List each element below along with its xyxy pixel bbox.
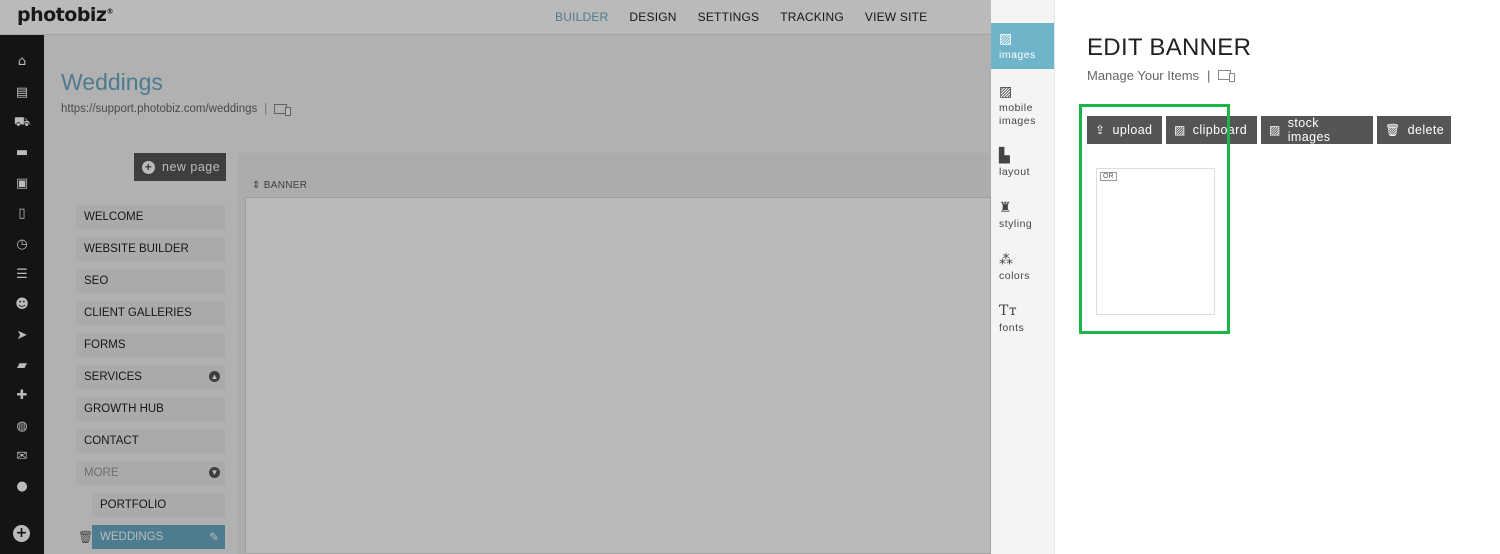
trash-icon: 🗑 [1385,123,1401,137]
tab-mobile-images[interactable]: ▨ mobile images [991,80,1054,130]
subtitle-separator: | [1207,68,1211,83]
layout-icon: ▙ [999,147,1011,163]
editor-title: EDIT BANNER [1087,34,1252,61]
image-icon: ▨ [999,30,1013,46]
fonts-icon: Tт [999,303,1018,319]
stock-images-button[interactable]: ▨ stock images [1261,116,1373,144]
editor-subtitle: Manage Your Items [1087,68,1200,83]
image-icon: ▨ [1269,123,1281,137]
colors-icon: ⁂ [999,251,1014,267]
devices-icon[interactable] [1218,70,1236,82]
delete-button[interactable]: 🗑 delete [1377,116,1451,144]
editor-tabs: ▨ images ▨ mobile images ▙ layout ♜ styl… [991,0,1055,554]
tab-layout[interactable]: ▙ layout [991,146,1054,182]
highlight-box [1079,104,1230,334]
styling-icon: ♜ [999,199,1013,215]
tab-styling[interactable]: ♜ styling [991,198,1054,234]
editor-subtitle-row: Manage Your Items | [1087,68,1236,83]
image-icon: ▨ [999,83,1013,99]
tab-colors[interactable]: ⁂ colors [991,250,1054,286]
modal-overlay[interactable] [0,0,991,554]
tab-images[interactable]: ▨ images [991,23,1054,69]
tab-fonts[interactable]: Tт fonts [991,302,1054,338]
